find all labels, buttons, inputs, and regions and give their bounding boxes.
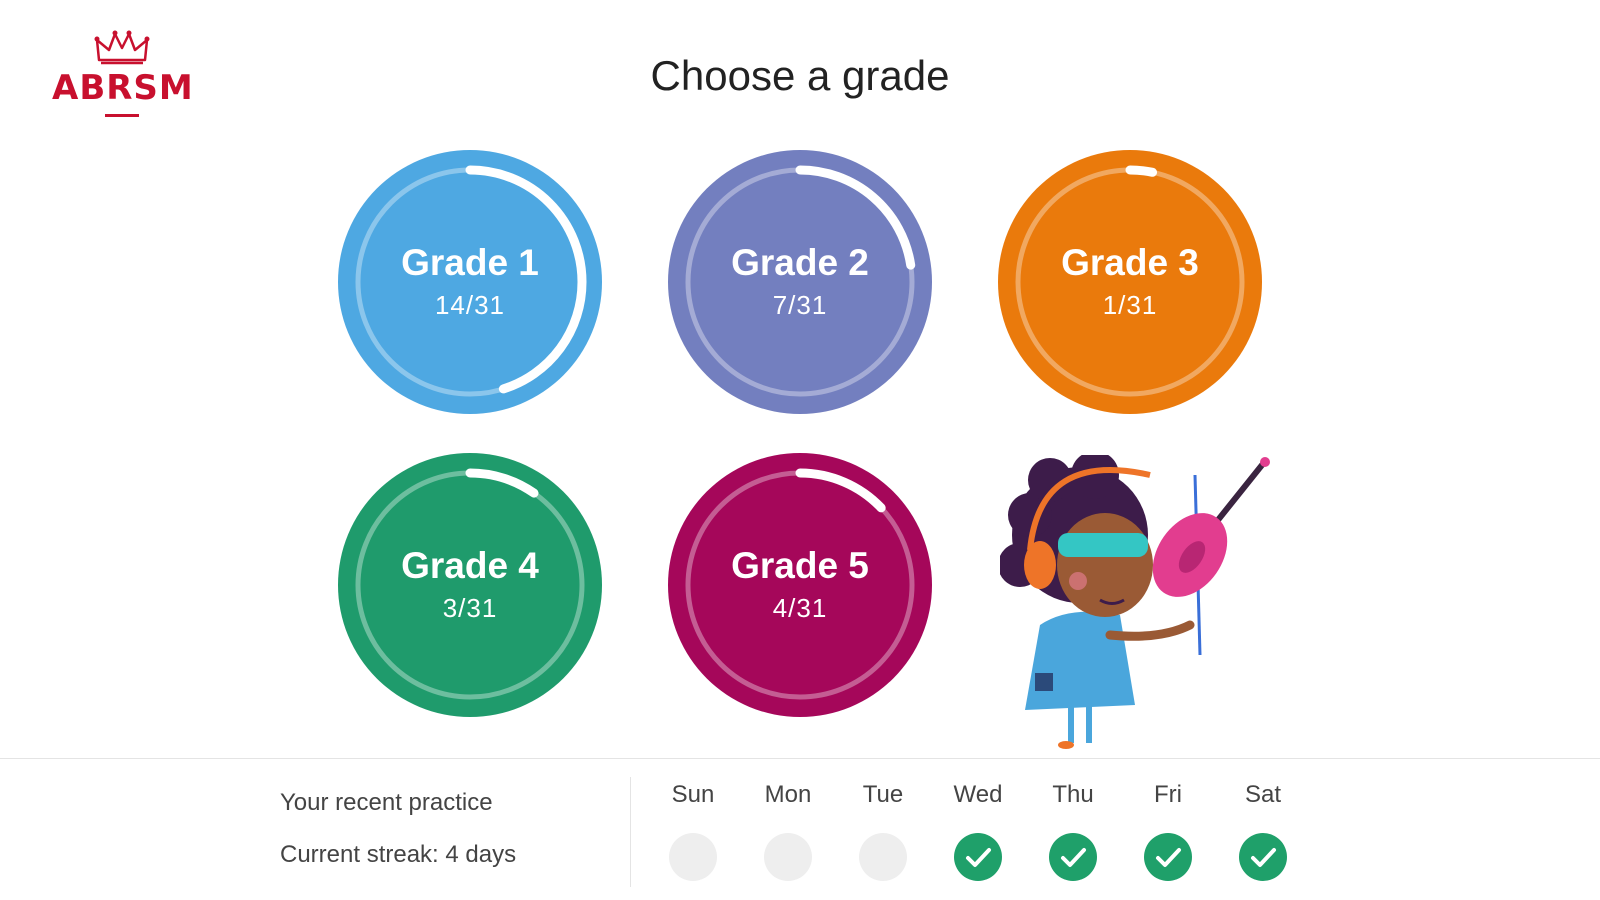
grade-4-button[interactable]: Grade 4 3/31: [338, 453, 602, 717]
practice-status-dot: [954, 833, 1002, 881]
practice-status-dot: [1144, 833, 1192, 881]
day-thu: Thu: [1038, 781, 1108, 881]
day-mon: Mon: [753, 781, 823, 881]
grade-progress-text: 1/31: [1102, 290, 1158, 320]
day-name: Wed: [953, 781, 1003, 808]
grade-label: Grade 4: [401, 545, 539, 586]
brand-underline: [105, 114, 139, 117]
day-name: Tue: [862, 781, 904, 808]
day-sat: Sat: [1228, 781, 1298, 881]
grade-progress-text: 14/31: [434, 290, 506, 320]
grade-5-button[interactable]: Grade 5 4/31: [668, 453, 932, 717]
grade-label: Grade 3: [1061, 242, 1199, 283]
practice-status-dot: [859, 833, 907, 881]
day-name: Thu: [1052, 781, 1094, 808]
practice-footer: Your recent practice Current streak: 4 d…: [0, 758, 1600, 900]
day-fri: Fri: [1133, 781, 1203, 881]
recent-practice-label: Your recent practice: [280, 789, 493, 816]
page-title: Choose a grade: [650, 52, 950, 99]
grade-1-button[interactable]: Grade 1 14/31: [338, 150, 602, 414]
current-streak-label: Current streak: 4 days: [280, 841, 517, 868]
grade-label: Grade 2: [731, 242, 869, 283]
practice-status-dot: [669, 833, 717, 881]
day-name: Fri: [1154, 781, 1182, 808]
grade-progress-text: 3/31: [442, 593, 498, 623]
grade-3-button[interactable]: Grade 3 1/31: [998, 150, 1262, 414]
checkmark-icon: [966, 848, 991, 867]
grade-2-button[interactable]: Grade 2 7/31: [668, 150, 932, 414]
day-tue: Tue: [848, 781, 918, 881]
grade-progress-text: 4/31: [772, 593, 828, 623]
practice-status-dot: [1049, 833, 1097, 881]
checkmark-icon: [1061, 848, 1086, 867]
day-name: Mon: [764, 781, 812, 808]
violinist-girl-illustration: [1000, 455, 1270, 749]
practice-status-dot: [1239, 833, 1287, 881]
practice-status-dot: [764, 833, 812, 881]
day-sun: Sun: [658, 781, 728, 881]
checkmark-icon: [1251, 848, 1276, 867]
footer-divider: [630, 777, 631, 887]
grade-label: Grade 1: [401, 242, 539, 283]
grade-label: Grade 5: [731, 545, 869, 586]
day-name: Sat: [1244, 781, 1282, 808]
grade-progress-text: 7/31: [772, 290, 828, 320]
day-wed: Wed: [943, 781, 1013, 881]
day-name: Sun: [671, 781, 715, 808]
checkmark-icon: [1156, 848, 1181, 867]
